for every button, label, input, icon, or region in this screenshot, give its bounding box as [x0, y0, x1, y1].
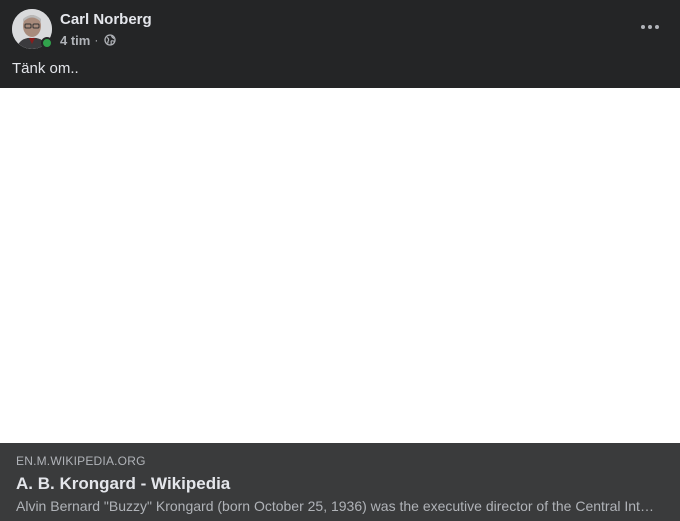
- meta-separator: ·: [94, 33, 99, 47]
- link-title[interactable]: A. B. Krongard - Wikipedia: [16, 474, 230, 494]
- avatar[interactable]: [12, 9, 53, 49]
- link-domain: EN.M.WIKIPEDIA.ORG: [16, 454, 146, 468]
- post-header: Carl Norberg 4 tim · Tänk om..: [0, 0, 680, 88]
- online-status-indicator: [41, 37, 53, 49]
- post-timestamp[interactable]: 4 tim: [60, 33, 90, 48]
- link-preview-image[interactable]: [0, 88, 680, 443]
- post-meta: 4 tim ·: [60, 32, 116, 48]
- globe-icon[interactable]: [104, 34, 116, 46]
- author-name[interactable]: Carl Norberg: [60, 11, 152, 28]
- link-description: Alvin Bernard "Buzzy" Krongard (born Oct…: [16, 498, 656, 514]
- more-horizontal-icon: [641, 25, 659, 29]
- post-card: Carl Norberg 4 tim · Tänk om.. EN.M.WIKI…: [0, 0, 680, 521]
- link-preview-card[interactable]: EN.M.WIKIPEDIA.ORG A. B. Krongard - Wiki…: [0, 443, 680, 521]
- post-text: Tänk om..: [12, 60, 79, 77]
- more-options-button[interactable]: [632, 12, 668, 42]
